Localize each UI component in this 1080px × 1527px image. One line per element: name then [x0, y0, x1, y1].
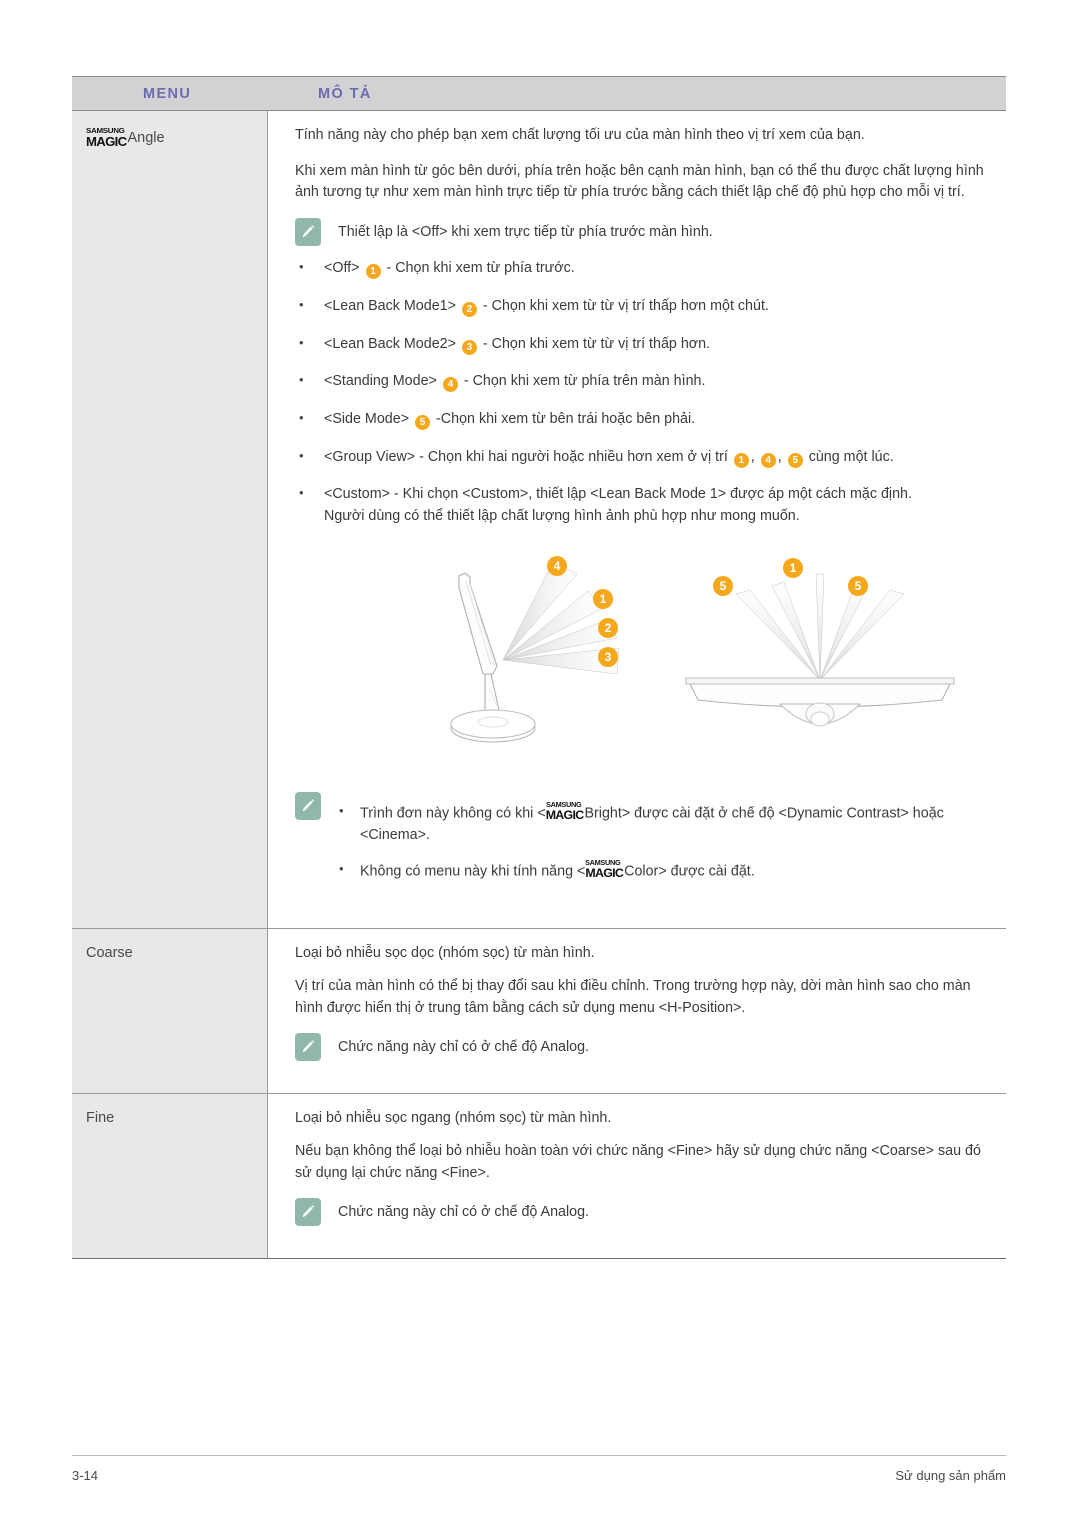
table-row: Coarse Loại bỏ nhiễu sọc dọc (nhóm sọc) …	[72, 929, 1006, 1095]
custom-line-1: <Custom> - Khi chọn <Custom>, thiết lập …	[324, 486, 912, 503]
menu-cell-fine: Fine	[72, 1094, 268, 1259]
table-row: Fine Loại bỏ nhiễu sọc ngang (nhóm sọc) …	[72, 1094, 1006, 1260]
column-header-description: MÔ TẢ	[318, 85, 372, 102]
badge-icon-1: 1	[365, 264, 381, 280]
note-text-fine-analog: Chức năng này chỉ có ở chế độ Analog.	[338, 1204, 590, 1221]
samsung-magic-logo-icon: SAMSUNG MAGIC	[585, 859, 624, 881]
logo-samsung-text: SAMSUNG	[585, 859, 621, 867]
group-view-prefix: <Group View> - Chọn khi hai người hoặc n…	[324, 448, 728, 465]
list-item: <Off> 1 - Chọn khi xem từ phía trước.	[295, 257, 998, 280]
coarse-paragraph-2: Vị trí của màn hình có thể bị thay đổi s…	[295, 977, 971, 1016]
description-cell-coarse: Loại bỏ nhiễu sọc dọc (nhóm sọc) từ màn …	[268, 929, 1006, 1094]
table-row: SAMSUNG MAGIC Angle Tính năng này cho ph…	[72, 111, 1006, 930]
angle-paragraph-2: Khi xem màn hình từ góc bên dưới, phía t…	[295, 162, 984, 201]
menu-cell-coarse: Coarse	[72, 929, 268, 1094]
note-block-fine-analog: Chức năng này chỉ có ở chế độ Analog.	[295, 1198, 998, 1227]
option-desc-lean-back-2: - Chọn khi xem từ từ vị trí thấp hơn.	[482, 335, 711, 352]
manual-page: MENU MÔ TẢ SAMSUNG MAGIC Angle Tính năng…	[0, 0, 1080, 1527]
list-item: <Lean Back Mode1> 2 - Chọn khi xem từ từ…	[295, 295, 998, 318]
list-item: <Group View> - Chọn khi hai người hoặc n…	[295, 446, 998, 469]
pencil-note-icon	[295, 218, 321, 247]
option-name-off: <Off>	[324, 260, 360, 277]
logo-magic-text: MAGIC	[545, 808, 585, 823]
figure-badge-icon-5-right: 5	[848, 575, 868, 596]
table-header-row: MENU MÔ TẢ	[72, 76, 1006, 111]
group-view-suffix: cùng một lúc.	[808, 448, 894, 465]
figure-badge-icon-4: 4	[547, 555, 567, 576]
option-desc-standing: - Chọn khi xem từ phía trên màn hình.	[463, 373, 706, 390]
figure-badge-icon-1-top: 1	[783, 557, 803, 578]
note-body: Chức năng này chỉ có ở chế độ Analog.	[338, 1198, 998, 1223]
pencil-note-icon	[295, 1198, 321, 1227]
note-body: Chức năng này chỉ có ở chế độ Analog.	[338, 1033, 998, 1058]
list-item: Không có menu này khi tính năng <SAMSUNG…	[338, 859, 998, 883]
logo-magic-text: MAGIC	[585, 866, 624, 881]
logo-magic-text: MAGIC	[86, 134, 127, 149]
menu-label-angle: Angle	[127, 130, 165, 146]
footer-section-title: Sử dụng sản phẩm	[895, 1468, 1006, 1483]
list-item: <Side Mode> 5 -Chọn khi xem từ bên trái …	[295, 408, 998, 431]
fine-paragraph-2: Nếu bạn không thể loại bỏ nhiễu hoàn toà…	[295, 1142, 981, 1181]
specification-table: MENU MÔ TẢ SAMSUNG MAGIC Angle Tính năng…	[72, 76, 1006, 1260]
magic-restriction-list: Trình đơn này không có khi <SAMSUNGMAGIC…	[338, 801, 998, 883]
badge-icon-4: 4	[442, 377, 458, 393]
angle-paragraph-1: Tính năng này cho phép bạn xem chất lượn…	[295, 127, 865, 143]
list-item: <Custom> - Khi chọn <Custom>, thiết lập …	[295, 483, 998, 527]
badge-separator-1: ,	[750, 448, 755, 465]
badge-icon-gv-5: 5	[787, 452, 803, 468]
column-header-menu: MENU	[143, 85, 192, 102]
viewing-angle-figures: 4 1 2 3 5 1 5	[295, 548, 998, 770]
badge-icon-gv-1: 1	[733, 452, 749, 468]
pencil-note-icon	[295, 1033, 321, 1062]
note-color-suffix: Color> được cài đặt.	[624, 863, 755, 880]
figure-badge-icon-5-left: 5	[713, 575, 733, 596]
note-block-magic-restrictions: Trình đơn này không có khi <SAMSUNGMAGIC…	[295, 791, 998, 896]
list-item: Trình đơn này không có khi <SAMSUNGMAGIC…	[338, 801, 998, 847]
note-body: Trình đơn này không có khi <SAMSUNGMAGIC…	[338, 792, 998, 896]
figure-badge-icon-3: 3	[598, 646, 618, 667]
badge-icon-2: 2	[461, 301, 477, 317]
option-name-lean-back-1: <Lean Back Mode1>	[324, 297, 456, 314]
option-name-standing: <Standing Mode>	[324, 373, 437, 390]
logo-samsung-text: SAMSUNG	[86, 126, 125, 135]
note-text-coarse-analog: Chức năng này chỉ có ở chế độ Analog.	[338, 1039, 590, 1056]
badge-icon-3: 3	[461, 339, 477, 355]
samsung-magic-logo-icon: SAMSUNG MAGIC	[86, 126, 127, 149]
note-block-front-view: Thiết lập là <Off> khi xem trực tiếp từ …	[295, 218, 998, 247]
list-item: <Lean Back Mode2> 3 - Chọn khi xem từ từ…	[295, 333, 998, 356]
description-cell-fine: Loại bỏ nhiễu sọc ngang (nhóm sọc) từ mà…	[268, 1094, 1006, 1259]
coarse-paragraph-1: Loại bỏ nhiễu sọc dọc (nhóm sọc) từ màn …	[295, 945, 595, 962]
note-bright-prefix: Trình đơn này không có khi <	[360, 805, 546, 822]
samsung-magic-logo-icon: SAMSUNG MAGIC	[545, 801, 585, 823]
menu-label-fine: Fine	[86, 1110, 115, 1127]
menu-cell-magic-angle: SAMSUNG MAGIC Angle	[72, 111, 268, 929]
badge-separator-2: ,	[777, 448, 782, 465]
figure-badge-icon-2: 2	[598, 617, 618, 638]
option-name-lean-back-2: <Lean Back Mode2>	[324, 335, 456, 352]
list-item: <Standing Mode> 4 - Chọn khi xem từ phía…	[295, 370, 998, 393]
fine-paragraph-1: Loại bỏ nhiễu sọc ngang (nhóm sọc) từ mà…	[295, 1110, 612, 1127]
logo-samsung-text: SAMSUNG	[545, 801, 582, 809]
description-cell-magic-angle: Tính năng này cho phép bạn xem chất lượn…	[268, 111, 1006, 929]
figure-badge-icon-1: 1	[593, 588, 613, 609]
option-desc-side: -Chọn khi xem từ bên trái hoặc bên phải.	[436, 411, 696, 428]
option-desc-off: - Chọn khi xem từ phía trước.	[386, 260, 575, 277]
note-text-front-view: Thiết lập là <Off> khi xem trực tiếp từ …	[338, 224, 713, 241]
pencil-note-icon	[295, 791, 321, 820]
option-desc-lean-back-1: - Chọn khi xem từ từ vị trí thấp hơn một…	[482, 297, 769, 314]
page-footer: 3-14 Sử dụng sản phẩm	[72, 1455, 1006, 1483]
menu-label-coarse: Coarse	[86, 945, 133, 962]
note-color-prefix: Không có menu này khi tính năng <	[360, 863, 586, 880]
badge-icon-gv-4: 4	[760, 452, 776, 468]
custom-line-2: Người dùng có thể thiết lập chất lượng h…	[324, 508, 800, 525]
badge-icon-5: 5	[415, 415, 431, 431]
note-block-coarse-analog: Chức năng này chỉ có ở chế độ Analog.	[295, 1033, 998, 1062]
footer-page-number: 3-14	[72, 1468, 99, 1483]
option-name-side: <Side Mode>	[324, 411, 410, 428]
note-body: Thiết lập là <Off> khi xem trực tiếp từ …	[338, 218, 998, 243]
angle-options-list: <Off> 1 - Chọn khi xem từ phía trước. <L…	[295, 257, 998, 528]
